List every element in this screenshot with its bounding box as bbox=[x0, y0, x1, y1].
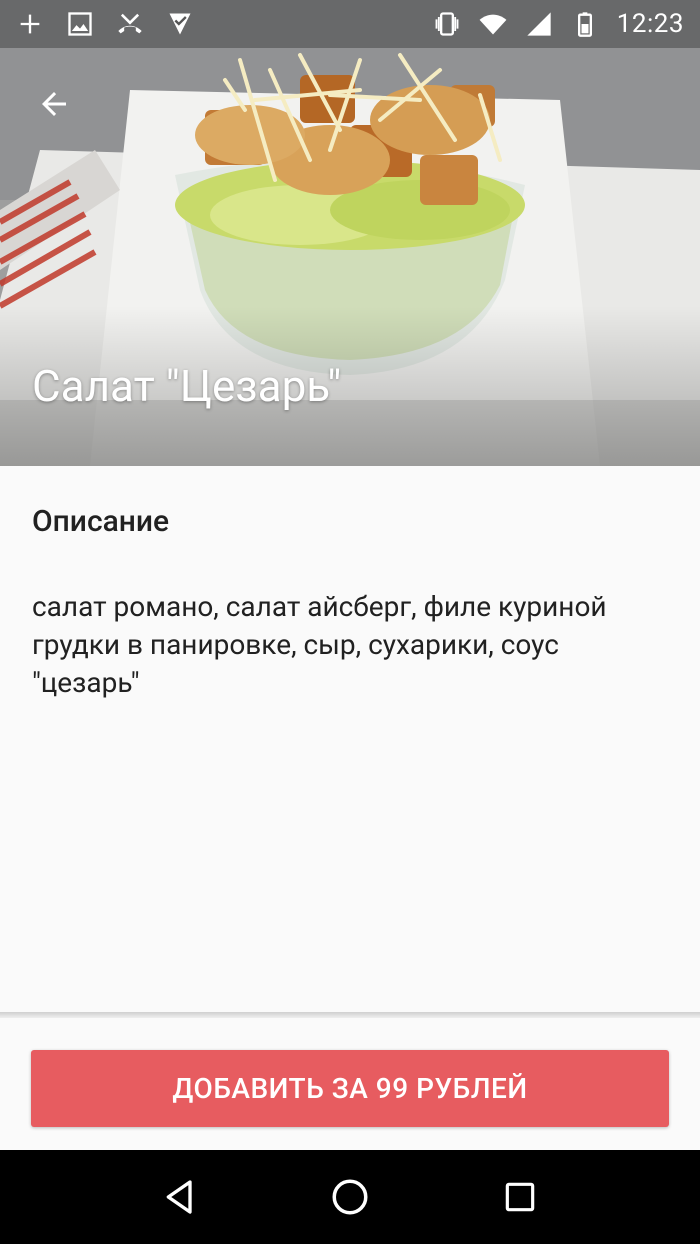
battery-icon bbox=[577, 12, 592, 37]
system-nav-bar bbox=[0, 1150, 700, 1244]
plus-icon bbox=[20, 14, 40, 34]
download-check-icon bbox=[169, 13, 191, 35]
nav-back-button[interactable] bbox=[150, 1167, 210, 1227]
status-bar: 12:23 bbox=[0, 0, 700, 48]
nav-recents-button[interactable] bbox=[490, 1167, 550, 1227]
dish-description: салат романо, салат айсберг, филе курино… bbox=[32, 590, 607, 699]
home-circle-icon bbox=[332, 1179, 368, 1215]
dish-title: Салат "Цезарь" bbox=[32, 360, 342, 412]
vibrate-icon bbox=[435, 12, 459, 36]
add-to-cart-button[interactable]: ДОБАВИТЬ ЗА 99 РУБЛЕЙ bbox=[31, 1050, 669, 1127]
back-button[interactable] bbox=[28, 78, 80, 130]
signal-icon bbox=[527, 12, 551, 36]
description-heading: Описание bbox=[32, 504, 170, 539]
image-icon bbox=[68, 12, 92, 36]
recents-square-icon bbox=[505, 1182, 535, 1212]
status-time: 12:23 bbox=[616, 9, 684, 39]
wifi-icon bbox=[479, 14, 507, 35]
arrow-back-icon bbox=[42, 92, 66, 116]
missed-call-icon bbox=[118, 13, 142, 34]
back-triangle-icon bbox=[166, 1180, 192, 1214]
dish-hero-image: 12:23 Салат "Цезарь" bbox=[0, 0, 700, 466]
nav-home-button[interactable] bbox=[320, 1167, 380, 1227]
